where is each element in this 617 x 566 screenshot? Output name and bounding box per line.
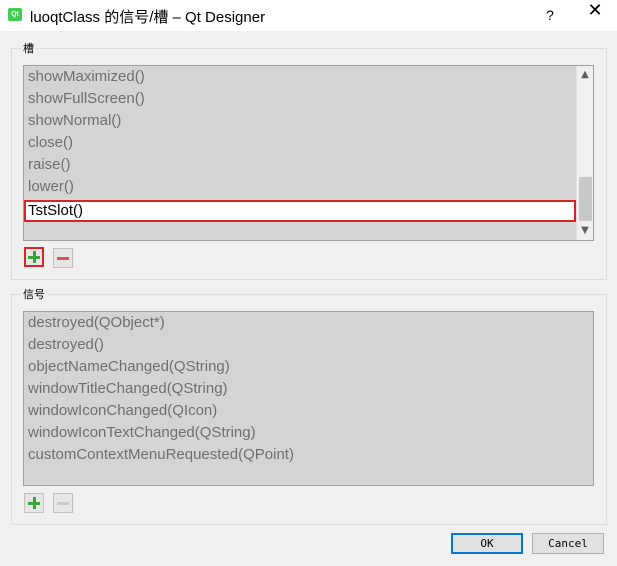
minus-icon <box>57 502 69 505</box>
slot-item[interactable]: lower() <box>24 178 576 200</box>
minus-icon <box>57 257 69 260</box>
signal-item[interactable]: destroyed(QObject*) <box>24 314 593 336</box>
signal-item[interactable]: windowIconChanged(QIcon) <box>24 402 593 424</box>
slot-item[interactable]: showNormal() <box>24 112 576 134</box>
add-signal-button[interactable] <box>24 493 44 513</box>
cancel-button[interactable]: Cancel <box>532 533 604 554</box>
window-title: luoqtClass 的信号/槽 – Qt Designer <box>30 9 266 26</box>
signal-item[interactable]: objectNameChanged(QString) <box>24 358 593 380</box>
scroll-up-icon[interactable]: ▲ <box>577 66 593 84</box>
signals-list[interactable]: destroyed(QObject*) destroyed() objectName… <box>23 311 594 486</box>
qt-app-icon: Qt <box>8 8 22 21</box>
slot-item[interactable]: close() <box>24 134 576 156</box>
signals-group-title: 信号 <box>21 286 47 302</box>
slots-scrollbar[interactable]: ▲ ▼ <box>576 66 593 240</box>
slot-item[interactable]: showMaximized() <box>24 68 576 90</box>
signal-item[interactable]: windowIconTextChanged(QString) <box>24 424 593 446</box>
scrollbar-thumb[interactable] <box>579 177 592 221</box>
scroll-down-icon[interactable]: ▼ <box>577 222 593 240</box>
signal-item[interactable]: customContextMenuRequested(QPoint) <box>24 446 593 468</box>
add-slot-button[interactable] <box>24 247 44 267</box>
slot-item[interactable]: raise() <box>24 156 576 178</box>
slot-item[interactable]: showFullScreen() <box>24 90 576 112</box>
slots-group-title: 槽 <box>21 40 36 56</box>
ok-button[interactable]: OK <box>451 533 523 554</box>
slots-list[interactable]: showMaximized() showFullScreen() showNorma… <box>23 65 594 241</box>
remove-slot-button[interactable] <box>53 248 73 268</box>
plus-icon-vertical <box>33 497 36 509</box>
title-bar: Qt luoqtClass 的信号/槽 – Qt Designer ? ✕ <box>0 0 617 31</box>
help-button[interactable]: ? <box>538 0 562 31</box>
close-button[interactable]: ✕ <box>578 0 612 31</box>
remove-signal-button[interactable] <box>53 493 73 513</box>
signal-item[interactable]: destroyed() <box>24 336 593 358</box>
plus-icon-vertical <box>33 251 36 263</box>
signal-item[interactable]: windowTitleChanged(QString) <box>24 380 593 402</box>
slot-item-selected[interactable]: TstSlot() <box>24 200 576 222</box>
